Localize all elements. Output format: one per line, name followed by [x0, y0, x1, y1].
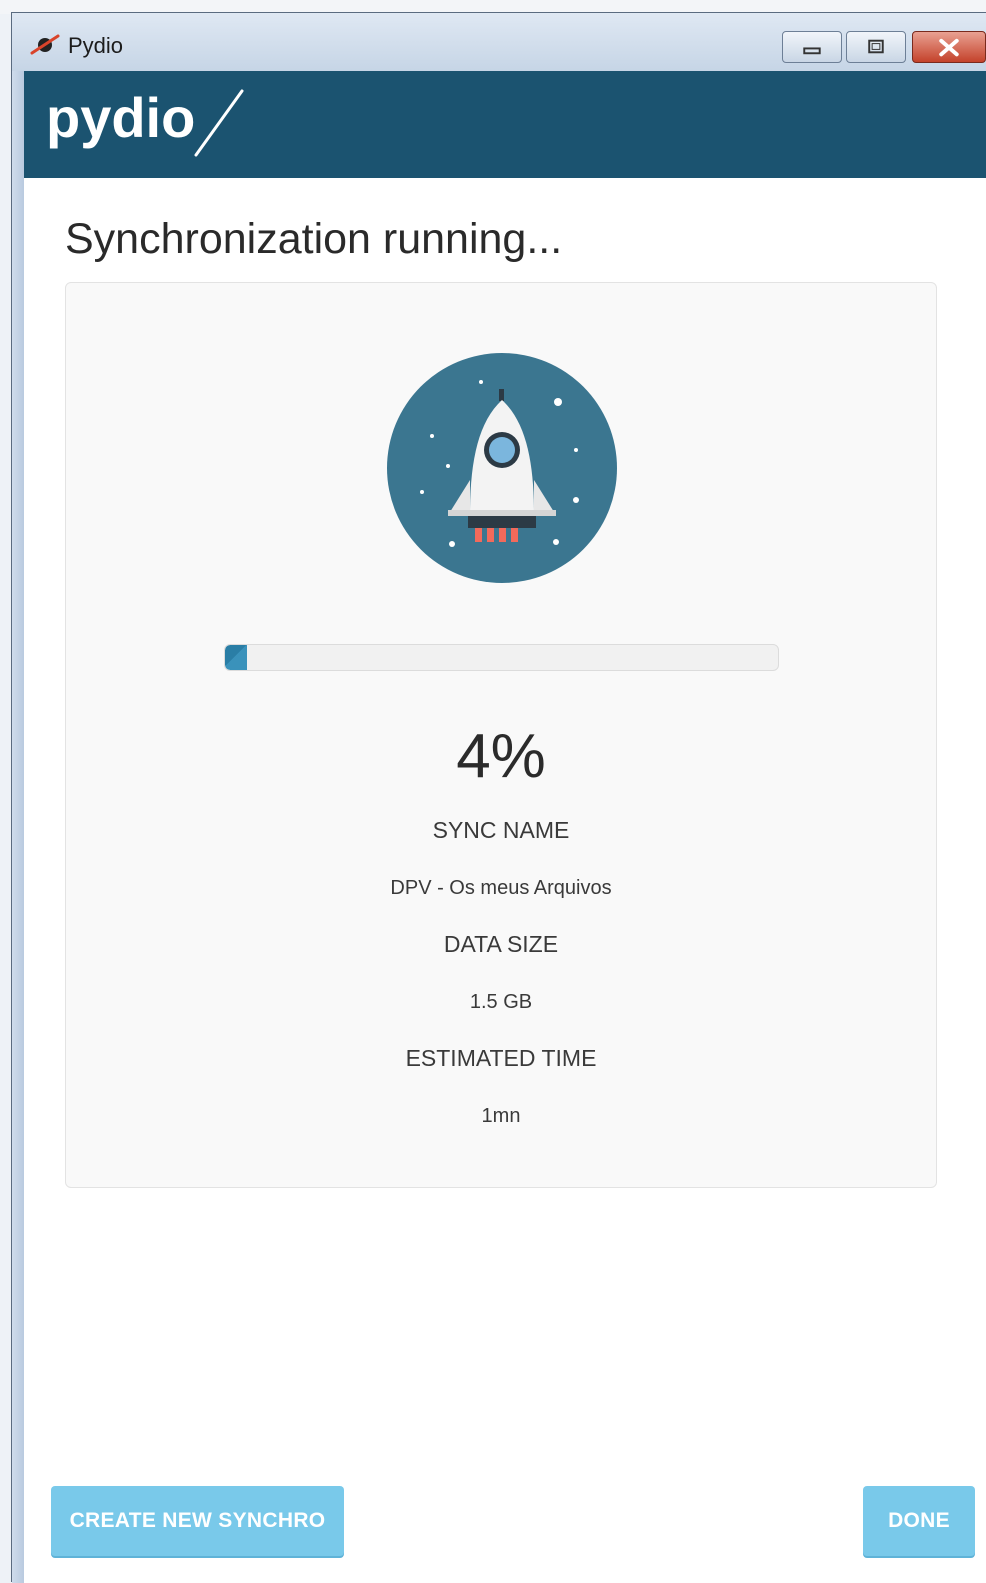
maximize-button[interactable] — [846, 31, 906, 63]
rocket-icon — [387, 353, 617, 583]
sync-progress-bar — [224, 644, 779, 671]
estimated-time-value: 1mn — [481, 1105, 521, 1127]
minimize-icon — [803, 47, 821, 55]
minimize-button[interactable] — [782, 31, 842, 63]
window-left-frame — [12, 71, 24, 1583]
maximize-icon — [868, 39, 884, 54]
app-window: Pydio pydio Synchronization running... 4… — [11, 12, 986, 1583]
create-new-synchro-button[interactable]: CREATE NEW SYNCHRO — [51, 1486, 344, 1556]
pydio-logo: pydio — [46, 86, 244, 157]
data-size-label: DATA SIZE — [443, 931, 559, 957]
data-size-value: 1.5 GB — [469, 991, 533, 1013]
close-icon — [939, 38, 959, 57]
page-title: Synchronization running... — [65, 215, 563, 263]
sync-status-card: 4% SYNC NAME DPV - Os meus Arquivos DATA… — [65, 282, 937, 1188]
progress-percent: 4% — [456, 722, 546, 791]
done-button[interactable]: DONE — [863, 1486, 975, 1556]
title-bar[interactable]: Pydio — [12, 13, 986, 71]
sync-name-label: SYNC NAME — [432, 817, 570, 843]
app-header: pydio — [24, 71, 986, 178]
close-button[interactable] — [912, 31, 986, 63]
sync-name-value: DPV - Os meus Arquivos — [390, 877, 612, 899]
window-title: Pydio — [68, 33, 124, 58]
svg-text:pydio: pydio — [46, 86, 195, 149]
pydio-app-icon — [30, 34, 60, 55]
sync-progress-fill — [225, 645, 248, 670]
estimated-time-label: ESTIMATED TIME — [405, 1045, 597, 1071]
main-content: Synchronization running... 4% SYNC NAME … — [24, 178, 986, 1583]
